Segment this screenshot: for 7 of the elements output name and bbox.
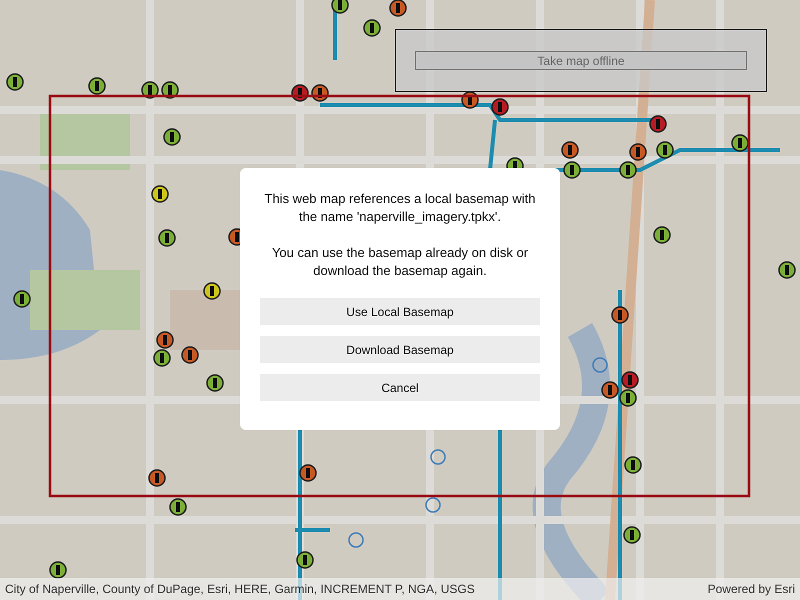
powered-by-text: Powered by Esri bbox=[708, 582, 795, 596]
dialog-button[interactable]: Download Basemap bbox=[260, 336, 540, 363]
dialog-button[interactable]: Cancel bbox=[260, 374, 540, 401]
dialog-button[interactable]: Use Local Basemap bbox=[260, 298, 540, 325]
dialog-message: You can use the basemap already on disk or download the basemap again. bbox=[270, 244, 530, 280]
attribution-text: City of Naperville, County of DuPage, Esri, HERE, Garmin, INCREMENT P, NGA, USGS bbox=[5, 582, 475, 596]
dialog-message: This web map references a local basemap with the name 'naperville_imagery.tpkx'. bbox=[264, 190, 536, 226]
